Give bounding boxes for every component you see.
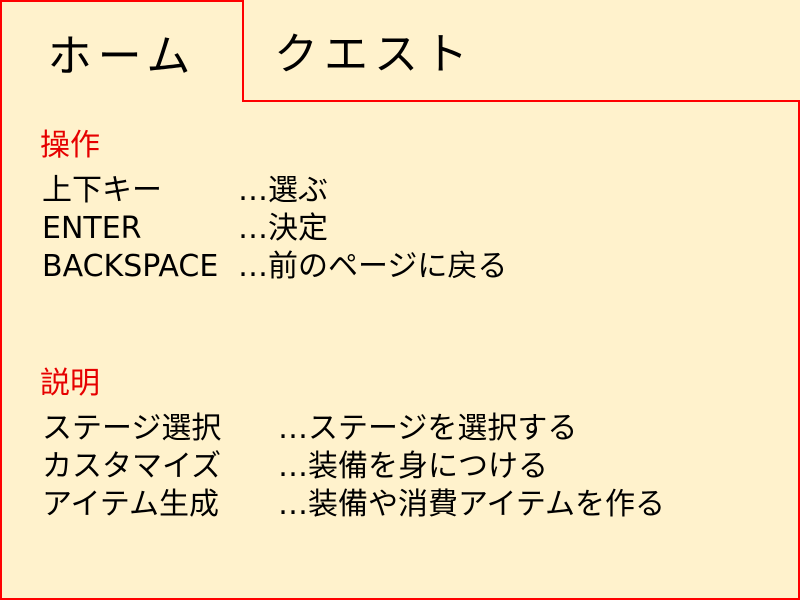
control-desc: …選ぶ: [238, 173, 328, 208]
explanation-key: ステージ選択: [42, 411, 222, 446]
explanation-heading: 説明: [40, 366, 100, 401]
explanation-desc: …装備を身につける: [278, 449, 548, 484]
control-desc: …決定: [238, 211, 328, 246]
tab-home-label: ホーム: [47, 31, 197, 82]
menu-screen: ホーム クエスト 操作 上下キー …選ぶ ENTER …決定 BACKSPACE…: [0, 0, 800, 600]
tab-home[interactable]: ホーム: [0, 0, 244, 102]
explanation-row: アイテム生成 …装備や消費アイテムを作る: [42, 486, 665, 524]
control-row: BACKSPACE …前のページに戻る: [42, 248, 507, 286]
explanation-row: カスタマイズ …装備を身につける: [42, 448, 548, 486]
explanation-row: ステージ選択 …ステージを選択する: [42, 410, 577, 448]
control-row: ENTER …決定: [42, 210, 328, 248]
explanation-desc: …装備や消費アイテムを作る: [278, 487, 665, 522]
explanation-desc: …ステージを選択する: [278, 411, 578, 446]
control-key: ENTER: [42, 211, 142, 246]
control-row: 上下キー …選ぶ: [42, 172, 328, 210]
control-key: BACKSPACE: [42, 249, 219, 284]
control-key: 上下キー: [42, 173, 162, 208]
home-panel: 操作 上下キー …選ぶ ENTER …決定 BACKSPACE …前のページに戻…: [0, 100, 800, 600]
tab-quest[interactable]: クエスト: [244, 0, 484, 100]
control-desc: …前のページに戻る: [238, 249, 508, 284]
explanation-key: カスタマイズ: [42, 449, 222, 484]
explanation-key: アイテム生成: [42, 487, 219, 522]
controls-heading: 操作: [40, 128, 100, 163]
tab-quest-label: クエスト: [274, 29, 474, 80]
